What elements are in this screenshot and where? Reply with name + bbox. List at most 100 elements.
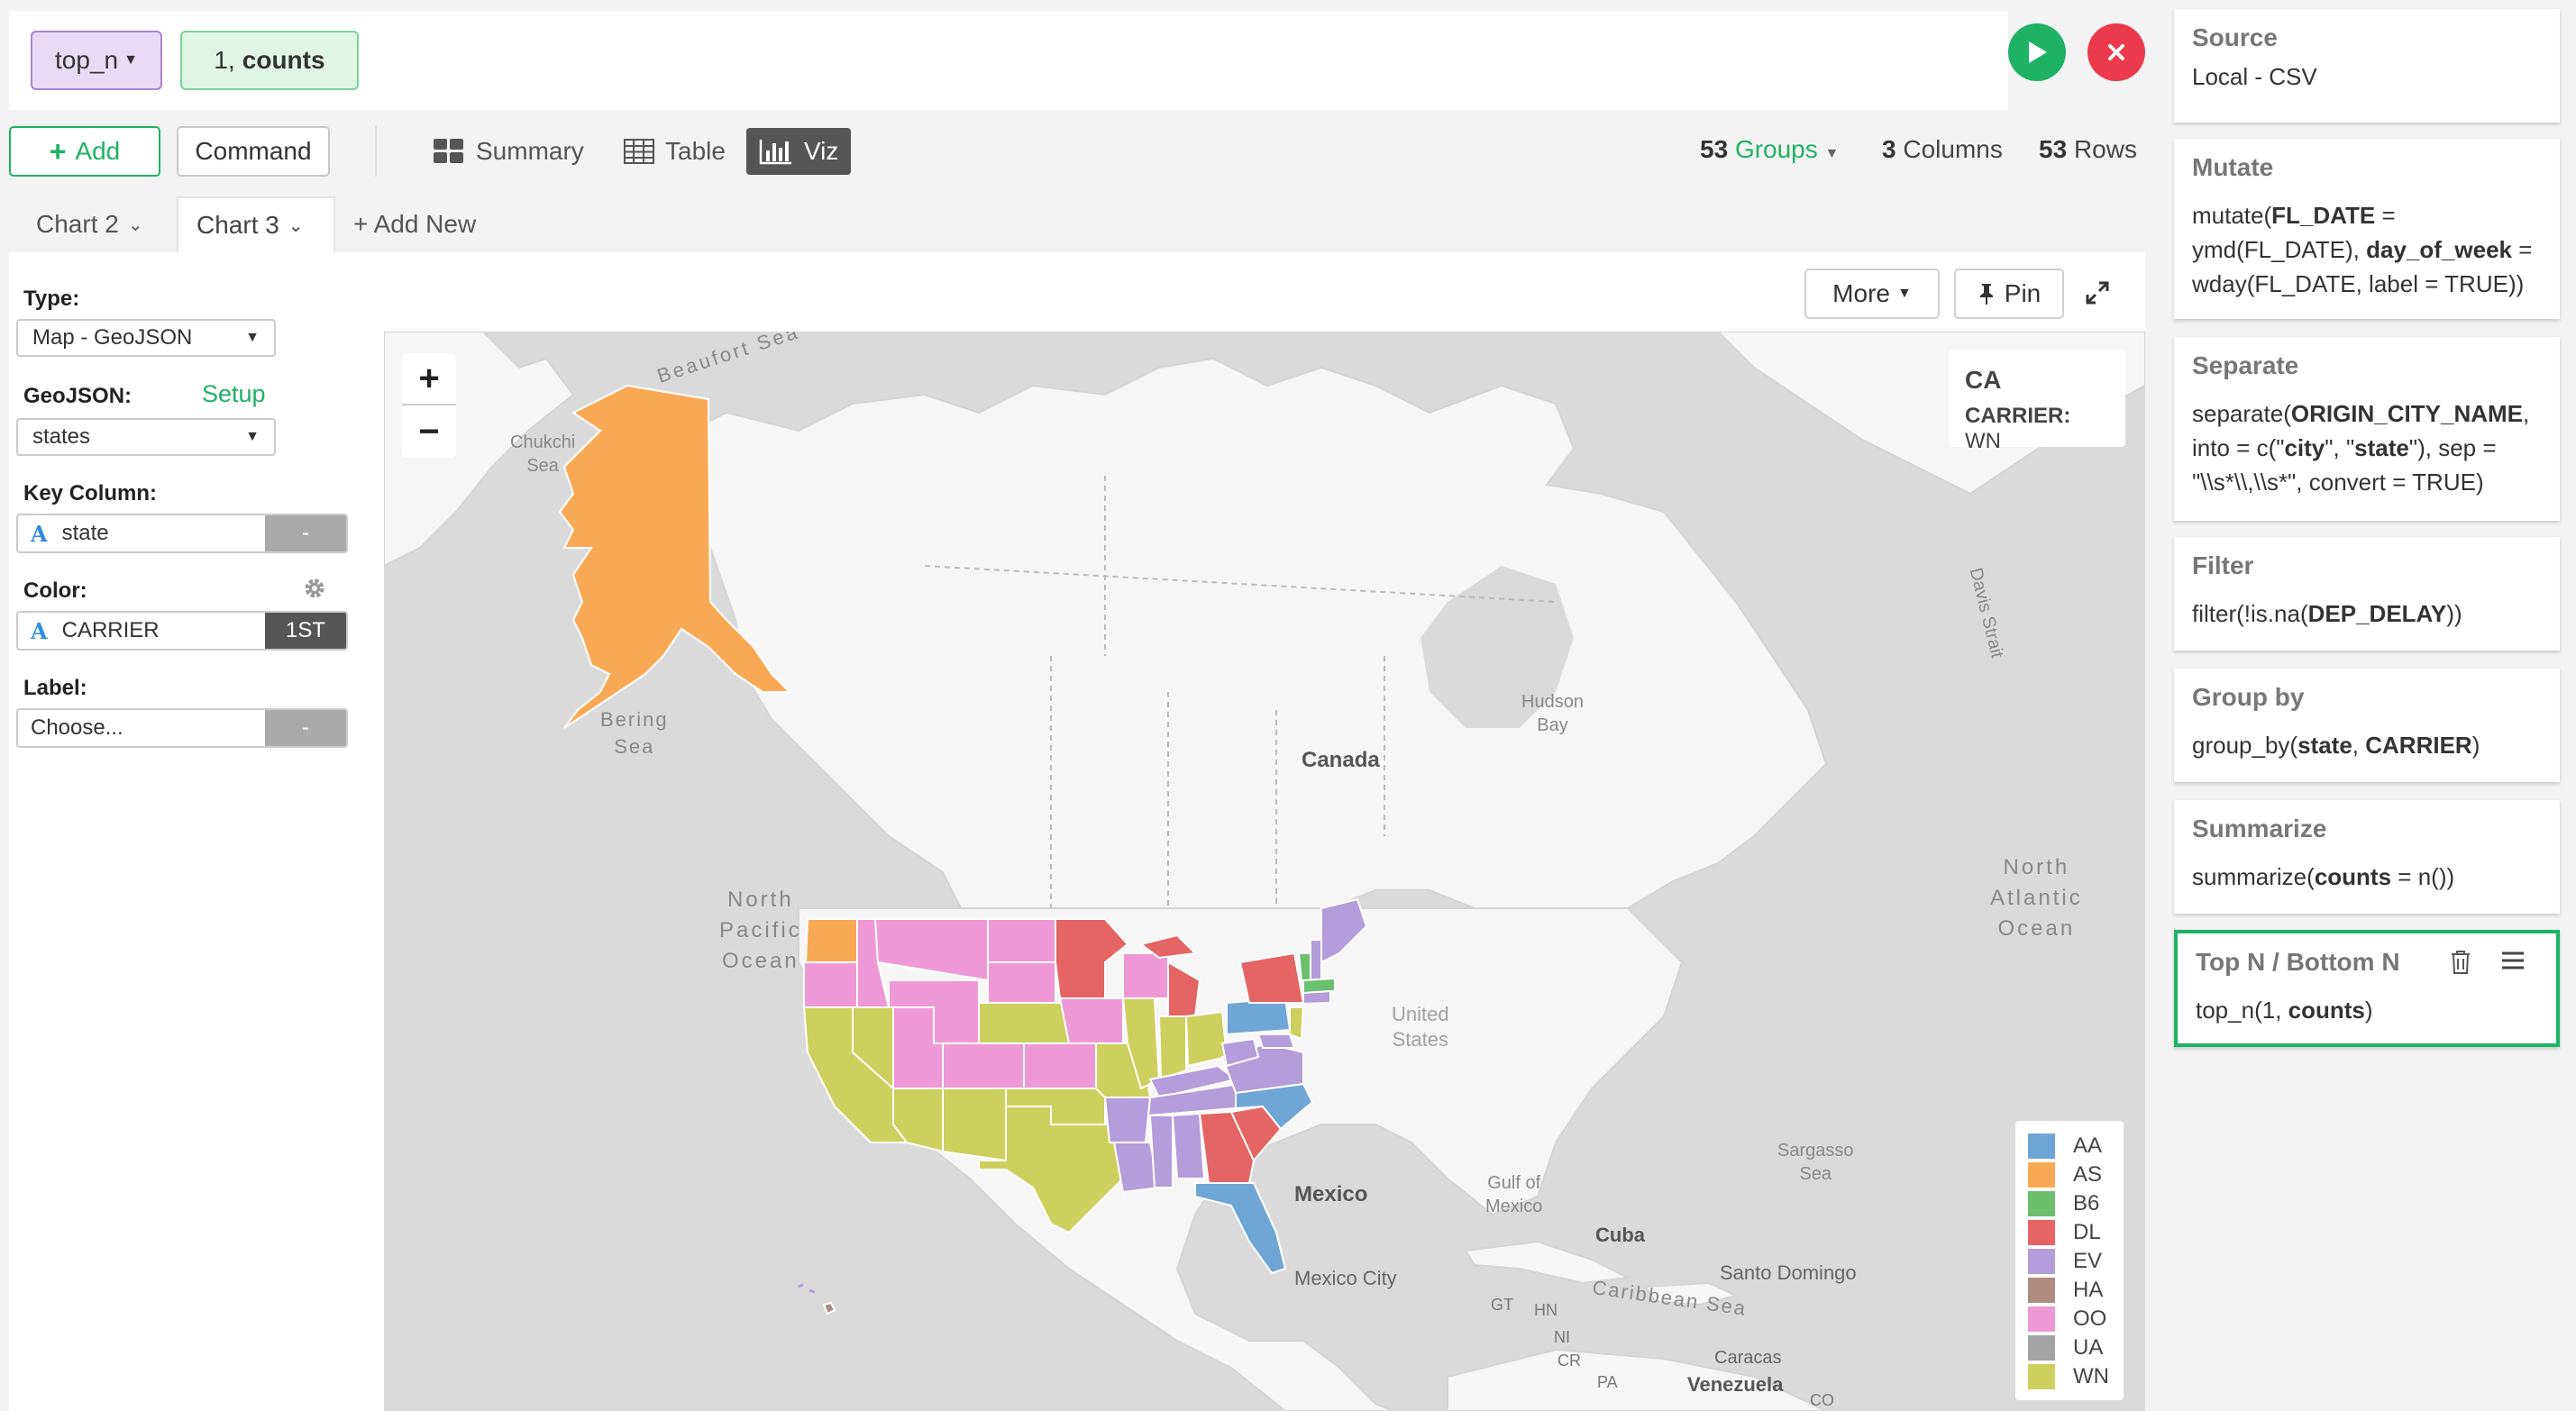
tab-viz[interactable]: Viz [746, 128, 852, 175]
color-column-field[interactable]: A CARRIER 1ST [16, 611, 348, 651]
geojson-label: GeoJSON: [23, 384, 132, 408]
state-md [1256, 1033, 1296, 1049]
map-label-natlantic-1: North [2003, 855, 2070, 879]
add-step-button[interactable]: + Add [9, 126, 160, 177]
map-label-bering-1: Bering [600, 708, 669, 731]
function-token[interactable]: top_n ▼ [31, 31, 162, 90]
map-label-hn: HN [1534, 1301, 1557, 1319]
legend-item: WN [2028, 1362, 2111, 1391]
step-mutate[interactable]: Mutate mutate(FL_DATE = ymd(FL_DATE), da… [2174, 139, 2560, 319]
map-label-sargasso-2: Sea [1799, 1164, 1832, 1184]
trash-icon[interactable] [2450, 950, 2471, 981]
state-ia [1058, 997, 1124, 1044]
state-nh [1310, 939, 1322, 981]
step-top-n[interactable]: Top N / Bottom N top_n(1, counts) [2174, 930, 2560, 1047]
add-chart-tab[interactable]: + Add New [335, 196, 494, 252]
expand-icon[interactable] [2084, 279, 2111, 313]
label-aggregation[interactable]: - [265, 710, 346, 746]
character-type-icon: A [31, 617, 48, 644]
geojson-setup-link[interactable]: Setup [202, 380, 266, 408]
state-ks [1023, 1042, 1097, 1089]
pin-button[interactable]: Pin [1954, 269, 2064, 319]
step-summarize[interactable]: Summarize summarize(counts = n()) [2174, 800, 2560, 914]
geojson-select[interactable]: states ▼ [16, 418, 276, 456]
rows-count-stat: 53 Rows [2039, 135, 2137, 164]
tab-chart-2-label: Chart 2 [36, 210, 119, 238]
add-step-label: Add [75, 137, 121, 165]
chevron-down-icon: ▼ [123, 52, 138, 68]
map-label-co: CO [1810, 1391, 1834, 1409]
step-mutate-title: Mutate [2192, 153, 2274, 181]
caret-down-icon: ▼ [1896, 286, 1912, 301]
cancel-button[interactable] [2087, 23, 2145, 81]
state-nd [987, 918, 1056, 963]
tab-table[interactable]: Table [611, 128, 738, 175]
map-view[interactable]: Beaufort Sea Chukchi Sea Bering Sea Huds… [384, 332, 2145, 1411]
step-separate-title: Separate [2192, 351, 2299, 379]
zoom-out-button[interactable]: − [402, 405, 456, 458]
run-button[interactable] [2008, 23, 2066, 81]
pin-label: Pin [2004, 279, 2042, 307]
more-button[interactable]: More ▼ [1804, 269, 1940, 319]
command-button[interactable]: Command [177, 126, 330, 177]
rows-label: Rows [2073, 135, 2137, 163]
plus-icon: + [49, 134, 67, 168]
legend-swatch [2028, 1133, 2055, 1159]
key-column-aggregation[interactable]: - [265, 515, 346, 551]
state-ar [1103, 1097, 1152, 1143]
map-label-canada: Canada [1302, 748, 1380, 772]
command-label: Command [195, 137, 312, 165]
map-label-bering: Bering Sea [600, 706, 669, 760]
map-legend: AA AS B6 DL EV HA OO UA WN [2015, 1121, 2124, 1400]
canada-landmass [671, 357, 1828, 928]
legend-item: EV [2028, 1247, 2111, 1276]
map-label-mexico-city: Mexico City [1294, 1267, 1397, 1289]
legend-swatch [2028, 1364, 2055, 1389]
map-label-gt: GT [1491, 1296, 1513, 1314]
gear-icon[interactable] [303, 577, 326, 606]
menu-icon[interactable] [2500, 950, 2526, 978]
caret-down-icon: ▼ [245, 330, 260, 345]
legend-item: AA [2028, 1132, 2111, 1161]
step-filter[interactable]: Filter filter(!is.na(DEP_DELAY)) [2174, 537, 2560, 651]
tab-summary[interactable]: Summary [420, 128, 597, 175]
tab-chart-3[interactable]: Chart 3 ⌄ [177, 196, 335, 252]
state-in [1157, 1015, 1187, 1081]
map-tooltip: CA CARRIER: WN [1949, 350, 2125, 453]
color-aggregation[interactable]: 1ST [265, 613, 346, 649]
map-label-hudson: Hudson Bay [1521, 690, 1584, 737]
key-column-field[interactable]: Astate - [16, 514, 348, 553]
chart-panel: Type: Map - GeoJSON ▼ GeoJSON: Setup sta… [9, 252, 2145, 1411]
groups-dropdown[interactable]: 53 Groups ▼ [1700, 135, 1839, 164]
color-column-value: CARRIER [61, 618, 160, 642]
geojson-select-value: states [32, 424, 91, 449]
zoom-in-button[interactable]: + [402, 353, 456, 405]
legend-label: WN [2073, 1364, 2109, 1388]
play-icon [2029, 41, 2047, 63]
map-label-gulf-1: Gulf of [1487, 1173, 1541, 1193]
step-source[interactable]: Source Local - CSV [2174, 9, 2560, 123]
groups-label: Groups [1734, 135, 1818, 163]
type-select[interactable]: Map - GeoJSON ▼ [16, 319, 276, 357]
map-label-venezuela: Venezuela [1687, 1373, 1784, 1396]
map-label-chukchi-1: Chukchi [510, 432, 576, 452]
legend-item: DL [2028, 1218, 2111, 1247]
state-wi [1122, 952, 1169, 999]
tab-summary-label: Summary [476, 137, 584, 165]
argument-bold: counts [242, 46, 325, 74]
map-label-npacific-2: Pacific [719, 918, 802, 942]
map-label-us-1: United [1392, 1003, 1449, 1025]
label-column-field[interactable]: Choose... - [16, 708, 348, 748]
step-group-by[interactable]: Group by group_by(state, CARRIER) [2174, 669, 2560, 782]
step-separate[interactable]: Separate separate(ORIGIN_CITY_NAME, into… [2174, 337, 2560, 521]
tooltip-state: CA [1965, 366, 2002, 394]
tab-chart-2[interactable]: Chart 2 ⌄ [18, 196, 161, 252]
state-oh [1184, 1010, 1229, 1068]
columns-count: 3 [1882, 135, 1896, 163]
argument-token[interactable]: 1, counts [180, 31, 359, 90]
legend-label: OO [2073, 1306, 2107, 1331]
map-label-gulf-2: Mexico [1485, 1197, 1543, 1216]
map-label-npacific-3: Ocean [721, 949, 799, 973]
character-type-icon: A [31, 520, 48, 547]
argument-prefix: 1, [214, 46, 235, 74]
